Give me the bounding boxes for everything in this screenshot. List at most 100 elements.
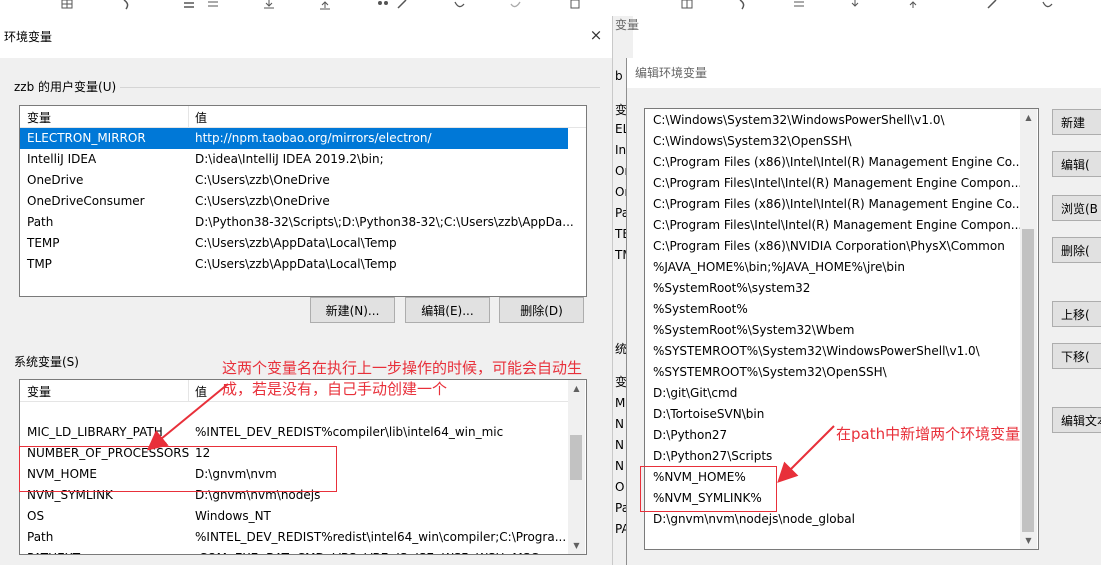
list-item[interactable]: D:\git\Git\cmd [645,383,1021,404]
table-row[interactable]: OneDriveConsumer C:\Users\zzb\OneDrive [20,191,568,212]
variable-name: IntelliJ IDEA [27,152,97,166]
list-item[interactable]: D:\TortoiseSVN\bin [645,404,1021,425]
list-item[interactable]: D:\Python27\Scripts [645,446,1021,467]
variable-value: %INTEL_DEV_REDIST%redist\intel64_win\com… [195,530,567,544]
close-icon[interactable]: × [588,27,604,43]
variable-value: C:\Users\zzb\OneDrive [195,173,330,187]
annotation-line-1: 这两个变量名在执行上一步操作的时候，可能会自动生 [222,359,583,377]
variable-name: ELECTRON_MIRROR [27,131,146,145]
group-divider [120,87,600,88]
list-icon-2[interactable] [792,0,806,10]
list-item[interactable]: %JAVA_HOME%\bin;%JAVA_HOME%\jre\bin [645,257,1021,278]
annotation-line-2: 成，若是没有，自己手动创建一个 [222,380,448,398]
table-row[interactable]: OS Windows_NT [20,506,568,527]
list-item[interactable]: C:\Program Files (x86)\NVIDIA Corporatio… [645,236,1021,257]
table-row[interactable]: MIC_LD_LIBRARY_PATH %INTEL_DEV_REDIST%com… [20,422,568,443]
pen-icon-2[interactable] [986,0,1000,10]
list-item[interactable]: D:\gnvm\nvm\nodejs\node_global [645,509,1021,530]
scrollbar-thumb[interactable] [1022,229,1034,532]
table-row[interactable]: Path %INTEL_DEV_REDIST%redist\intel64_win… [20,527,568,548]
background-window-label: O [615,480,625,494]
path-browse-button[interactable]: 浏览(B [1052,195,1101,221]
download-icon[interactable] [262,0,276,10]
table-row[interactable]: Path D:\Python38-32\Scripts\;D:\Python38-… [20,212,574,233]
table-row[interactable]: IntelliJ IDEA D:\idea\IntelliJ IDEA 2019.… [20,149,568,170]
list-item[interactable]: %SYSTEMROOT%\System32\WindowsPowerShell\… [645,341,1021,362]
table-icon-2[interactable] [680,0,694,10]
table-row[interactable]: TEMP C:\Users\zzb\AppData\Local\Temp [20,233,568,254]
list-item[interactable]: C:\Program Files (x86)\Intel\Intel(R) Ma… [645,152,1021,173]
column-separator [188,380,189,401]
list-item[interactable]: %SystemRoot%\system32 [645,278,1021,299]
variable-value: C:\Users\zzb\OneDrive [195,194,330,208]
table-icon[interactable] [60,0,74,10]
system-variables-label: 系统变量(S) [14,355,79,369]
column-header-value[interactable]: 值 [195,109,207,126]
background-window-label: N [615,417,624,431]
list-item[interactable]: C:\Program Files\Intel\Intel(R) Manageme… [645,215,1021,236]
upload-icon[interactable] [318,0,332,10]
list-icon[interactable] [206,0,220,10]
background-window-label: N [615,459,624,473]
path-edit-button[interactable]: 编辑( [1052,151,1101,177]
path-move-down-button[interactable]: 下移( [1052,343,1101,369]
user-edit-button[interactable]: 编辑(E)... [405,297,490,323]
path-new-button[interactable]: 新建 [1052,109,1101,135]
path-delete-button[interactable]: 删除( [1052,237,1101,263]
variable-name: PATHEXT [27,548,80,554]
system-list-scrollbar[interactable]: ▲ ▼ [568,380,585,554]
user-delete-button[interactable]: 删除(D) [499,297,584,323]
column-header-variable[interactable]: 变量 [27,383,51,400]
variable-name: OneDriveConsumer [27,194,145,208]
scroll-down-icon[interactable]: ▼ [568,537,585,554]
download-icon-2[interactable] [848,0,862,10]
variable-name: Path [27,215,54,229]
user-new-button[interactable]: 新建(N)... [310,297,395,323]
column-separator [188,106,189,127]
title-bar: 编辑环境变量 [627,58,1101,88]
dots-icon[interactable] [376,0,390,10]
list-item[interactable]: %SystemRoot%\System32\Wbem [645,320,1021,341]
variable-name: Path [27,530,54,544]
list-item[interactable]: %SYSTEMROOT%\System32\OpenSSH\ [645,362,1021,383]
variable-name: OS [27,509,45,523]
undo-icon[interactable] [452,0,466,10]
list-item[interactable]: C:\Program Files\Intel\Intel(R) Manageme… [645,173,1021,194]
format-icon[interactable] [182,0,196,10]
highlight-box-nvm-variables [19,446,337,492]
upload-icon-2[interactable] [906,0,920,10]
link-icon-2[interactable] [736,0,750,10]
path-edit-text-button[interactable]: 编辑文本 [1052,407,1101,433]
table-row[interactable]: PATHEXT .COM;.EXE;.BAT;.CMD;.VBS;.VBE;.JS… [20,548,568,554]
title-bar: 环境变量 × [0,16,612,58]
scrollbar-thumb[interactable] [570,435,582,480]
undo-icon-2[interactable] [1040,0,1054,10]
list-item[interactable]: %SystemRoot% [645,299,1021,320]
highlight-box-new-path-entries [640,466,777,512]
table-row[interactable]: OneDrive C:\Users\zzb\OneDrive [20,170,568,191]
link-icon[interactable] [120,0,134,10]
column-header-variable[interactable]: 变量 [27,109,51,126]
list-item[interactable]: C:\Windows\System32\OpenSSH\ [645,131,1021,152]
scroll-up-icon[interactable]: ▲ [1020,109,1037,126]
user-variables-list[interactable]: 变量 值 ELECTRON_MIRROR http://npm.taobao.or… [19,105,587,297]
variable-value: C:\Users\zzb\AppData\Local\Temp [195,236,397,250]
variable-value: http://npm.taobao.org/mirrors/electron/ [195,131,432,145]
list-item[interactable]: C:\Program Files (x86)\Intel\Intel(R) Ma… [645,194,1021,215]
column-header-value[interactable]: 值 [195,383,207,400]
path-list-scrollbar[interactable]: ▲ ▼ [1020,109,1037,549]
list-header: 变量 值 [20,106,586,128]
redo-icon[interactable] [508,0,522,10]
background-window-label: M [615,396,626,410]
annotation-text-right: 在path中新增两个环境变量 [836,425,1021,443]
annotation-text-left: 这两个变量名在执行上一步操作的时候，可能会自动生 成，若是没有，自己手动创建一个 [222,358,582,400]
table-row[interactable]: TMP C:\Users\zzb\AppData\Local\Temp [20,254,568,275]
path-move-up-button[interactable]: 上移( [1052,301,1101,327]
table-row[interactable]: ELECTRON_MIRROR http://npm.taobao.org/mir… [20,128,568,149]
pen-icon[interactable] [396,0,410,10]
user-variables-label: zzb 的用户变量(U) [14,80,117,94]
copy-icon[interactable] [568,0,582,10]
list-item[interactable]: C:\Windows\System32\WindowsPowerShell\v1… [645,110,1021,131]
scroll-down-icon[interactable]: ▼ [1020,532,1037,549]
background-window-title: 变量 [615,18,640,32]
